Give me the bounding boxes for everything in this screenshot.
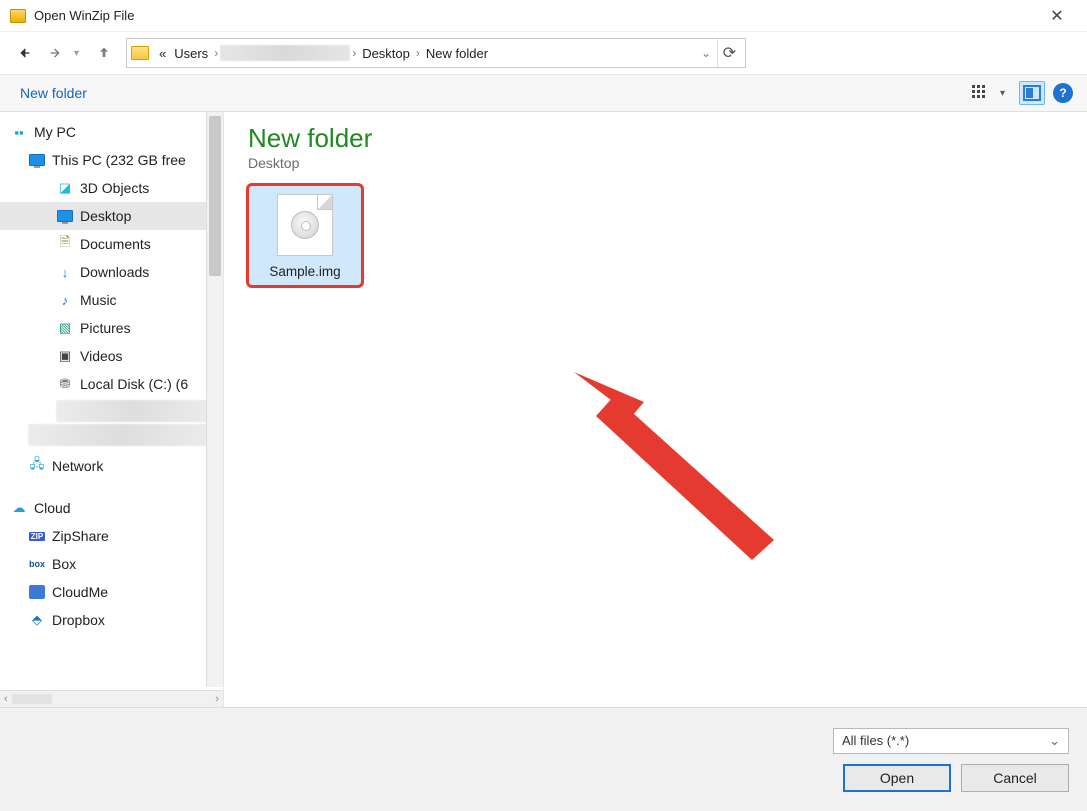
tree-label: ZipShare [52,528,109,544]
tree-downloads[interactable]: ↓ Downloads [0,258,223,286]
refresh-button[interactable]: ⟳ [717,39,741,67]
forward-button[interactable] [42,39,70,67]
up-button[interactable] [90,39,118,67]
breadcrumb-desktop[interactable]: Desktop [358,46,414,61]
cube-icon: ◪ [56,180,74,196]
tree-this-pc[interactable]: This PC (232 GB free [0,146,223,174]
pictures-icon: ▧ [56,320,74,336]
breadcrumb-users[interactable]: Users [170,46,212,61]
close-button[interactable]: ✕ [1037,6,1077,26]
app-icon [10,9,26,23]
annotation-arrow [574,372,794,577]
cloud-icon: ☁ [10,500,28,516]
file-type-label: All files (*.*) [842,733,909,748]
tree-label: Box [52,556,76,572]
tree-label: My PC [34,124,76,140]
tree-label: Local Disk (C:) (6 [80,376,188,392]
address-bar[interactable]: « Users › › Desktop › New folder ⌄ ⟳ [126,38,746,68]
folder-icon [131,46,149,60]
tree-label: Desktop [80,208,131,224]
tree-music[interactable]: ♪ Music [0,286,223,314]
disc-image-icon [291,211,319,239]
file-thumbnail [277,194,333,256]
breadcrumb-current[interactable]: New folder [422,46,492,61]
view-dropdown[interactable]: ▾ [1000,88,1005,99]
tree-label: 3D Objects [80,180,149,196]
tree-redacted [56,400,213,422]
document-icon: 🗎 [56,236,74,252]
tree-label: This PC (232 GB free [52,152,186,168]
file-type-select[interactable]: All files (*.*) ⌄ [833,728,1069,754]
disk-icon: ⛃ [56,376,74,392]
help-button[interactable]: ? [1053,83,1073,103]
videos-icon: ▣ [56,348,74,364]
nav-horizontal-scrollbar[interactable]: ‹› [0,690,223,707]
tree-3d-objects[interactable]: ◪ 3D Objects [0,174,223,202]
file-name: Sample.img [269,264,340,279]
tree-label: CloudMe [52,584,108,600]
view-grid-icon[interactable] [968,81,994,105]
chevron-right-icon[interactable]: › [212,46,220,60]
tree-label: Music [80,292,117,308]
recent-locations-dropdown[interactable]: ▾ [74,48,86,59]
tree-network[interactable]: 🖧 Network [0,452,223,480]
nav-vertical-scrollbar[interactable] [206,112,223,687]
tree-box[interactable]: box Box [0,550,223,578]
music-icon: ♪ [56,292,74,308]
tree-cloud[interactable]: ☁ Cloud [0,494,223,522]
dropbox-icon: ⬘ [28,612,46,628]
tree-label: Cloud [34,500,71,516]
tree-desktop[interactable]: Desktop [0,202,223,230]
chevron-right-icon[interactable]: › [414,46,422,60]
monitor-icon [28,152,46,168]
tree-videos[interactable]: ▣ Videos [0,342,223,370]
network-icon: 🖧 [28,458,46,474]
file-item[interactable]: Sample.img [248,185,362,286]
new-folder-button[interactable]: New folder [14,81,93,105]
tree-label: Pictures [80,320,131,336]
tree-label: Dropbox [52,612,105,628]
tree-local-disk[interactable]: ⛃ Local Disk (C:) (6 [0,370,223,398]
folder-subheading: Desktop [248,155,1063,171]
breadcrumb-prefix: « [155,46,170,61]
tree-pictures[interactable]: ▧ Pictures [0,314,223,342]
breadcrumb-redacted [220,45,350,61]
folder-heading: New folder [248,124,1063,153]
tree-label: Documents [80,236,151,252]
box-icon: box [28,556,46,572]
pc-icon: ▪▪ [10,124,28,140]
window-title: Open WinZip File [34,8,1037,23]
back-button[interactable] [10,39,38,67]
tree-label: Videos [80,348,123,364]
chevron-right-icon[interactable]: › [350,46,358,60]
tree-my-pc[interactable]: ▪▪ My PC [0,118,223,146]
file-list-pane[interactable]: New folder Desktop Sample.img [224,112,1087,707]
tree-label: Network [52,458,103,474]
zipshare-icon: ZIP [28,528,46,544]
tree-cloudme[interactable]: CloudMe [0,578,223,606]
address-dropdown[interactable]: ⌄ [695,46,717,60]
desktop-icon [56,208,74,224]
preview-pane-button[interactable] [1019,81,1045,105]
tree-zipshare[interactable]: ZIP ZipShare [0,522,223,550]
tree-redacted [28,424,213,446]
download-icon: ↓ [56,264,74,280]
tree-label: Downloads [80,264,149,280]
tree-documents[interactable]: 🗎 Documents [0,230,223,258]
open-button[interactable]: Open [843,764,951,792]
chevron-down-icon: ⌄ [1049,733,1060,749]
tree-dropbox[interactable]: ⬘ Dropbox [0,606,223,634]
cloudme-icon [28,584,46,600]
navigation-pane: ▪▪ My PC This PC (232 GB free ◪ 3D Objec… [0,112,224,707]
cancel-button[interactable]: Cancel [961,764,1069,792]
